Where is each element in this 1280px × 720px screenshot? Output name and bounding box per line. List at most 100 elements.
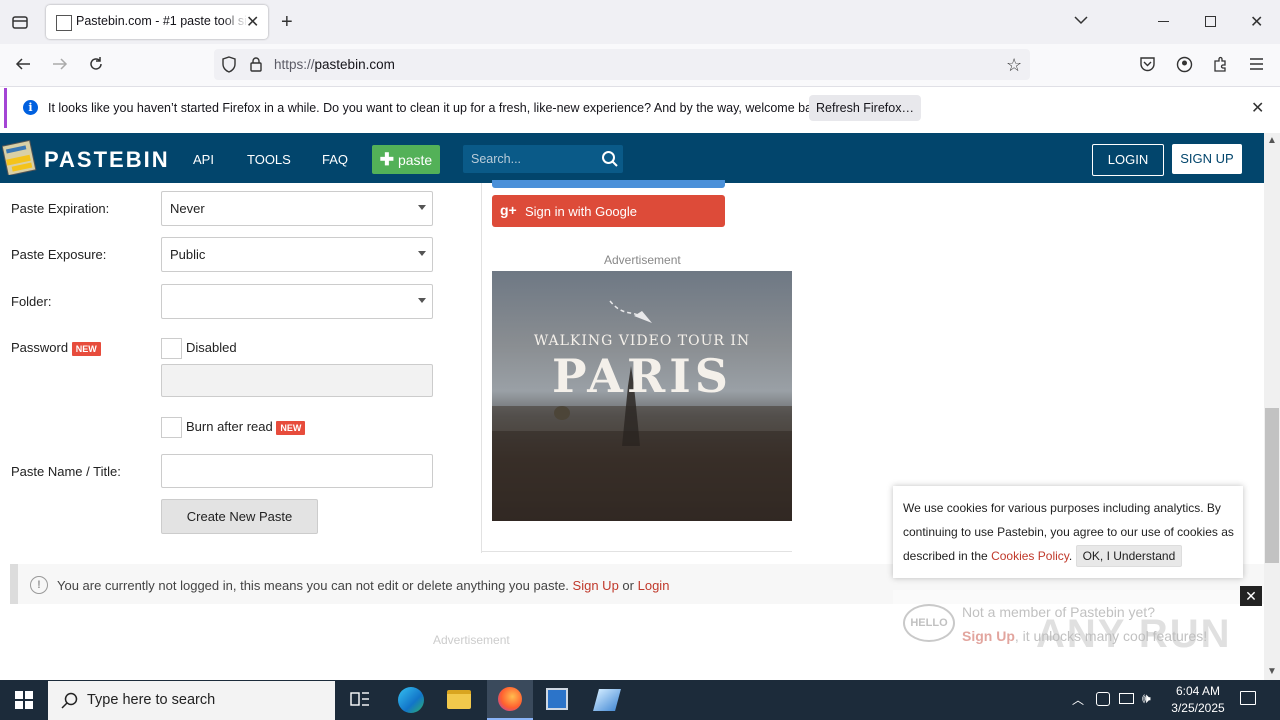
window-close-icon[interactable]: ✕: [1250, 12, 1263, 32]
notice-login-link[interactable]: Login: [638, 578, 670, 593]
password-checkbox[interactable]: [161, 338, 182, 359]
burn-after-read-checkbox[interactable]: [161, 417, 182, 438]
new-paste-label: paste: [397, 152, 433, 168]
new-tab-icon[interactable]: +: [281, 11, 293, 34]
clock-time: 6:04 AM: [1175, 684, 1221, 698]
footer-advertisement-label: Advertisement: [433, 633, 510, 647]
expiration-label: Paste Expiration:: [11, 201, 110, 216]
paris-tour-advertisement[interactable]: WALKING VIDEO TOUR IN PARIS: [492, 271, 792, 521]
windows-start-icon[interactable]: [15, 691, 33, 712]
nav-tools[interactable]: TOOLS: [247, 152, 291, 167]
plus-icon: ✚: [379, 150, 395, 169]
notification-close-icon[interactable]: ✕: [1251, 98, 1264, 118]
search-icon[interactable]: [601, 150, 619, 168]
refresh-firefox-button[interactable]: Refresh Firefox…: [809, 95, 921, 121]
app-installer-icon[interactable]: [546, 688, 568, 710]
taskbar-search-box[interactable]: Type here to search: [48, 681, 335, 720]
url-scheme: https://: [274, 57, 315, 72]
lock-icon[interactable]: [249, 56, 263, 75]
reload-icon[interactable]: [87, 55, 105, 76]
bookmark-star-icon[interactable]: ☆: [1006, 55, 1022, 76]
nav-faq[interactable]: FAQ: [322, 152, 348, 167]
notification-message: It looks like you haven’t started Firefo…: [48, 101, 829, 115]
cookie-ok-button[interactable]: OK, I Understand: [1075, 545, 1183, 567]
cookie-text: We use cookies for various purposes incl…: [903, 501, 1234, 563]
minimize-icon[interactable]: [1158, 21, 1169, 22]
back-icon[interactable]: [14, 55, 32, 76]
file-explorer-icon[interactable]: [447, 690, 471, 709]
exposure-select[interactable]: Public: [161, 237, 433, 272]
nav-api[interactable]: API: [193, 152, 214, 167]
pocket-icon[interactable]: [1139, 56, 1156, 75]
notice-text-line: You are currently not logged in, this me…: [57, 578, 669, 593]
chevron-down-icon: [418, 298, 426, 303]
firefox-taskbar-button[interactable]: [487, 680, 533, 720]
network-icon[interactable]: [1119, 693, 1134, 704]
search-placeholder: Search...: [471, 152, 522, 166]
chevron-down-icon: [418, 251, 426, 256]
app-menu-icon[interactable]: [1249, 57, 1264, 74]
restore-icon[interactable]: [1205, 16, 1216, 27]
tracking-protection-shield-icon[interactable]: [221, 56, 237, 76]
account-icon[interactable]: [1176, 56, 1193, 76]
exposure-label: Paste Exposure:: [11, 247, 107, 262]
page-scrollbar[interactable]: [1264, 133, 1280, 680]
paste-name-label: Paste Name / Title:: [11, 464, 121, 479]
clock-date: 3/25/2025: [1171, 701, 1225, 715]
task-view-icon[interactable]: [350, 691, 370, 712]
pastebin-header: [0, 133, 1264, 183]
pastebin-brand[interactable]: PASTEBIN: [44, 147, 170, 173]
new-badge: NEW: [276, 420, 306, 435]
exposure-value: Public: [170, 247, 206, 262]
column-divider: [481, 183, 482, 553]
pastebin-logo-icon[interactable]: [1, 137, 38, 177]
paste-name-input[interactable]: [161, 454, 433, 488]
taskbar-search-placeholder: Type here to search: [87, 692, 216, 708]
column-divider-bottom: [481, 551, 792, 552]
show-hidden-icons-chevron-icon[interactable]: ︿: [1072, 691, 1084, 708]
pastebin-favicon-icon: [56, 15, 72, 31]
ad-headline-small: WALKING VIDEO TOUR IN: [533, 333, 751, 349]
tab-list-icon[interactable]: [11, 13, 29, 36]
list-all-tabs-icon[interactable]: [1073, 14, 1089, 29]
volume-icon[interactable]: 🕪: [1142, 690, 1151, 707]
member-promo-signup-link[interactable]: Sign Up: [962, 628, 1015, 644]
expiration-select[interactable]: Never: [161, 191, 433, 226]
expiration-value: Never: [170, 201, 205, 216]
notice-signup-link[interactable]: Sign Up: [573, 578, 619, 593]
forward-icon[interactable]: [51, 55, 69, 76]
burn-label-text: Burn after read: [186, 419, 273, 434]
new-paste-button[interactable]: ✚ paste: [372, 145, 440, 174]
cookies-policy-link[interactable]: Cookies Policy: [991, 549, 1069, 563]
search-input[interactable]: Search...: [463, 145, 623, 173]
scroll-up-icon[interactable]: ▲: [1267, 135, 1277, 146]
taskbar-clock[interactable]: 6:04 AM 3/25/2025: [1168, 683, 1228, 717]
notifications-icon[interactable]: [1240, 691, 1256, 705]
browser-tab-active[interactable]: Pastebin.com - #1 paste tool since 2002 …: [46, 5, 268, 39]
url-domain: pastebin.com: [314, 57, 395, 72]
sign-in-google-button[interactable]: g+ Sign in with Google: [492, 195, 725, 227]
password-field[interactable]: [161, 364, 433, 397]
cookie-text-block: We use cookies for various purposes incl…: [903, 496, 1238, 568]
google-button-label: Sign in with Google: [525, 204, 638, 219]
scrollbar-thumb[interactable]: [1265, 408, 1279, 563]
scroll-down-icon[interactable]: ▼: [1267, 666, 1277, 677]
url-text[interactable]: https://pastebin.com: [274, 57, 395, 72]
notice-text: You are currently not logged in, this me…: [57, 578, 569, 593]
meet-now-icon[interactable]: [1096, 692, 1110, 706]
sign-in-other-button[interactable]: [492, 180, 725, 188]
burn-after-read-label: Burn after read NEW: [186, 419, 306, 435]
promo-close-icon[interactable]: ✕: [1240, 586, 1262, 606]
signup-button[interactable]: SIGN UP: [1172, 144, 1242, 174]
edge-browser-icon[interactable]: [398, 687, 424, 713]
create-new-paste-button[interactable]: Create New Paste: [161, 499, 318, 534]
search-icon: [61, 692, 78, 709]
password-checkbox-label: Disabled: [186, 340, 237, 355]
chevron-down-icon: [418, 205, 426, 210]
anyrun-watermark: ANY RUN: [1036, 612, 1232, 656]
folder-select[interactable]: [161, 284, 433, 319]
tab-close-icon[interactable]: ✕: [246, 12, 259, 32]
login-button[interactable]: LOGIN: [1092, 144, 1164, 176]
extensions-icon[interactable]: [1212, 56, 1229, 76]
info-icon: !: [30, 576, 48, 594]
